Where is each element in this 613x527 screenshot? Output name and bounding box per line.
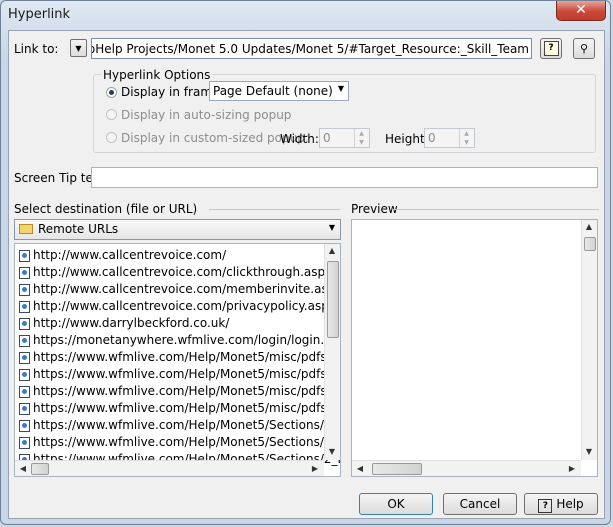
list-item-url: https://monetanywhere.wfmlive.com/login/… — [33, 333, 341, 347]
spin-arrows-icon: ▲ ▼ — [354, 129, 368, 147]
spin-arrows-icon: ▲ ▼ — [459, 129, 473, 147]
list-item[interactable]: http://www.darrylbeckford.co.uk/ — [19, 315, 229, 332]
list-horizontal-thumb[interactable] — [31, 463, 49, 475]
list-item-url: http://www.callcentrevoice.com/ — [33, 248, 227, 262]
width-label: Width: — [280, 132, 319, 146]
frame-select[interactable]: Page Default (none) ▼ — [209, 81, 349, 101]
custom-sized-popup-radio[interactable] — [106, 132, 117, 143]
scroll-right-icon[interactable]: ▶ — [308, 463, 322, 475]
cancel-button[interactable]: Cancel — [443, 493, 517, 515]
destination-folder-value: Remote URLs — [38, 222, 119, 236]
width-stepper[interactable]: 0 ▲ ▼ — [319, 128, 370, 148]
width-value: 0 — [323, 131, 331, 145]
list-item-url: http://www.darrylbeckford.co.uk/ — [33, 316, 230, 330]
scroll-up-icon[interactable]: ▲ — [582, 221, 596, 233]
help-button[interactable]: ? Help — [524, 493, 598, 515]
frame-select-value: Page Default (none) — [213, 84, 333, 98]
window-title: Hyperlink — [8, 7, 71, 22]
web-page-icon — [19, 368, 30, 381]
list-item-url: http://www.callcentrevoice.com/privacypo… — [33, 299, 329, 313]
link-to-history-button[interactable]: ▼ — [70, 39, 87, 57]
link-to-label: Link to: — [14, 42, 59, 56]
chevron-down-icon: ▼ — [337, 84, 344, 93]
web-page-icon — [19, 249, 30, 262]
list-item[interactable]: http://www.callcentrevoice.com/ — [19, 247, 226, 264]
select-destination-label: Select destination (file or URL) — [14, 202, 198, 216]
height-label: Height: — [385, 132, 429, 146]
web-page-icon — [19, 351, 30, 364]
list-item-url: http://www.callcentrevoice.com/memberinv… — [33, 282, 341, 296]
topic-icon: ? — [543, 41, 559, 56]
list-vertical-scrollbar[interactable]: ▲ ▼ — [324, 244, 340, 460]
folder-icon — [19, 224, 33, 234]
chevron-down-icon: ▼ — [75, 44, 82, 53]
scroll-up-icon[interactable]: ▲ — [325, 245, 339, 257]
preview-horizontal-thumb[interactable] — [372, 463, 422, 475]
link-to-input[interactable]: Mullins/My RoboHelp Projects/Monet 5.0 U… — [91, 38, 532, 59]
web-page-icon — [19, 402, 30, 415]
list-item-url: https://www.wfmlive.com/Help/Monet5/misc… — [33, 401, 341, 415]
list-item-url: https://www.wfmlive.com/Help/Monet5/Sect… — [33, 418, 341, 432]
help-icon: ? — [538, 499, 553, 513]
web-page-icon — [19, 334, 30, 347]
preview-vertical-scrollbar[interactable]: ▲ ▼ — [581, 220, 597, 460]
web-page-icon — [19, 317, 30, 330]
list-item[interactable]: http://www.callcentrevoice.com/privacypo… — [19, 298, 329, 315]
list-item[interactable]: https://www.wfmlive.com/Help/Monet5/misc… — [19, 366, 341, 383]
scroll-left-icon[interactable]: ◀ — [16, 463, 30, 475]
chevron-down-icon: ▼ — [328, 223, 335, 232]
list-item-url: https://www.wfmlive.com/Help/Monet5/misc… — [33, 384, 341, 398]
scroll-down-icon[interactable]: ▼ — [582, 446, 596, 458]
scroll-down-icon[interactable]: ▼ — [325, 446, 339, 458]
list-item-url: https://www.wfmlive.com/Help/Monet5/misc… — [33, 350, 341, 364]
ok-button[interactable]: OK — [359, 493, 433, 515]
list-item-url: https://www.wfmlive.com/Help/Monet5/Sect… — [33, 435, 341, 449]
list-item[interactable]: https://www.wfmlive.com/Help/Monet5/Sect… — [19, 434, 341, 451]
height-value: 0 — [428, 131, 436, 145]
list-item-url: http://www.callcentrevoice.com/clickthro… — [33, 265, 341, 279]
binoculars-icon: ⚲ — [579, 42, 589, 55]
hyperlink-options-legend: Hyperlink Options — [101, 68, 213, 82]
web-page-icon — [19, 419, 30, 432]
list-vertical-thumb[interactable] — [327, 261, 339, 338]
close-icon: ✕ — [575, 2, 587, 18]
dialog-body: Link to: ▼ Mullins/My RoboHelp Projects/… — [8, 30, 605, 519]
web-page-icon — [19, 300, 30, 313]
list-item[interactable]: https://monetanywhere.wfmlive.com/login/… — [19, 332, 341, 349]
list-item[interactable]: http://www.callcentrevoice.com/memberinv… — [19, 281, 341, 298]
screen-tip-input[interactable] — [91, 167, 598, 188]
destination-list[interactable]: http://www.callcentrevoice.com/http://ww… — [14, 243, 341, 477]
preview-pane: ▲ ▼ ◀ ▶ — [351, 219, 598, 477]
destination-folder-select[interactable]: Remote URLs ▼ — [14, 219, 341, 240]
hyperlink-dialog: Hyperlink ✕ Link to: ▼ Mullins/My RoboHe… — [0, 0, 611, 525]
list-item[interactable]: https://www.wfmlive.com/Help/Monet5/Sect… — [19, 417, 341, 434]
list-horizontal-scrollbar[interactable]: ◀ ▶ — [15, 460, 324, 476]
list-item[interactable]: https://www.wfmlive.com/Help/Monet5/misc… — [19, 349, 341, 366]
close-button[interactable]: ✕ — [556, 1, 606, 21]
preview-separator — [393, 209, 599, 210]
web-page-icon — [19, 266, 30, 279]
scroll-right-icon[interactable]: ▶ — [565, 463, 579, 475]
auto-sizing-popup-radio[interactable] — [106, 109, 117, 120]
web-page-icon — [19, 436, 30, 449]
list-item[interactable]: https://www.wfmlive.com/Help/Monet5/misc… — [19, 400, 341, 417]
web-page-icon — [19, 283, 30, 296]
preview-vertical-thumb[interactable] — [584, 237, 596, 251]
find-button[interactable]: ⚲ — [573, 38, 595, 59]
scroll-left-icon[interactable]: ◀ — [353, 463, 367, 475]
preview-horizontal-scrollbar[interactable]: ◀ ▶ — [352, 460, 581, 476]
list-item[interactable]: https://www.wfmlive.com/Help/Monet5/misc… — [19, 383, 341, 400]
link-to-value: Mullins/My RoboHelp Projects/Monet 5.0 U… — [92, 42, 529, 56]
preview-label: Preview — [351, 202, 398, 216]
list-item[interactable]: http://www.callcentrevoice.com/clickthro… — [19, 264, 341, 281]
browse-topic-button[interactable]: ? — [540, 38, 562, 59]
help-button-label: Help — [556, 497, 584, 511]
height-stepper[interactable]: 0 ▲ ▼ — [424, 128, 475, 148]
list-item-url: https://www.wfmlive.com/Help/Monet5/misc… — [33, 367, 341, 381]
destination-separator — [209, 209, 340, 210]
web-page-icon — [19, 385, 30, 398]
auto-sizing-popup-label: Display in auto-sizing popup — [121, 108, 292, 122]
display-in-frame-radio[interactable] — [106, 87, 117, 98]
